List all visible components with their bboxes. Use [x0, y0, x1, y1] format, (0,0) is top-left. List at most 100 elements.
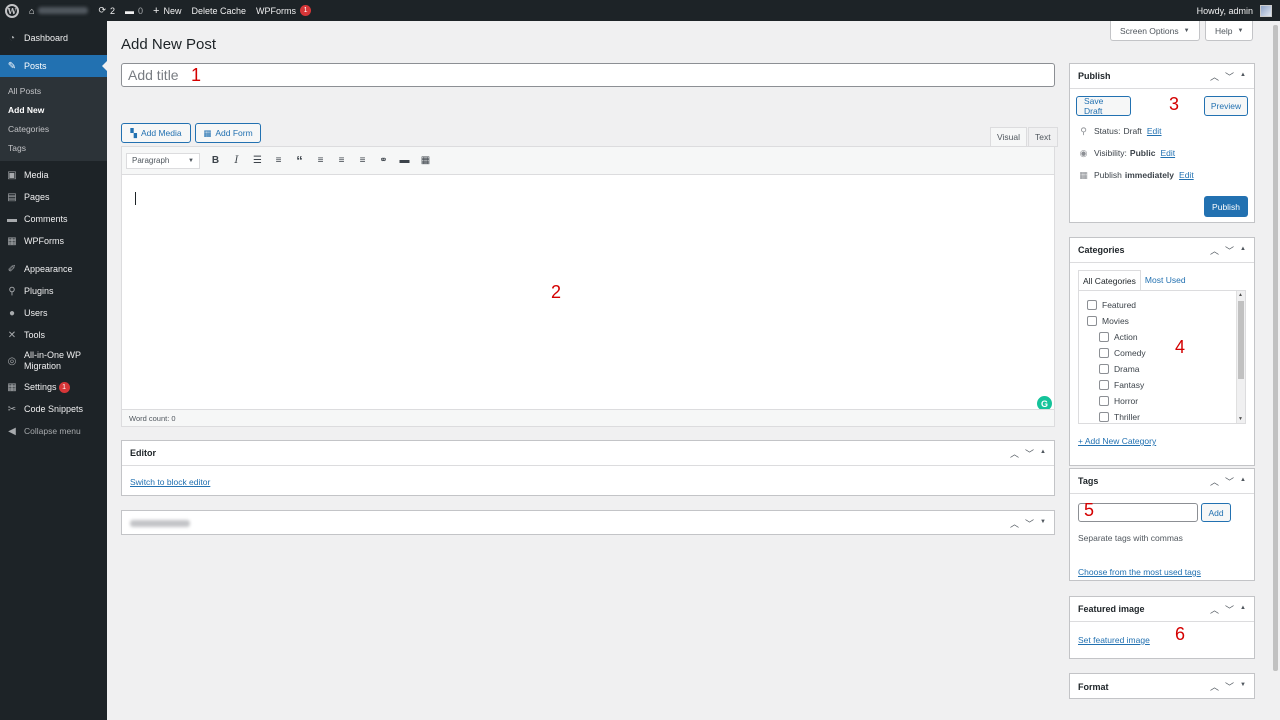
- help-button[interactable]: Help ▼: [1205, 21, 1254, 41]
- preview-button[interactable]: Preview: [1204, 96, 1248, 116]
- save-draft-button[interactable]: Save Draft: [1076, 96, 1131, 116]
- collapse-toggle-icon[interactable]: ▲: [1240, 246, 1246, 257]
- move-down-icon[interactable]: ﹀: [1025, 447, 1034, 460]
- category-checkbox[interactable]: [1087, 316, 1097, 326]
- new-content-menu[interactable]: + New: [148, 0, 186, 21]
- collapse-toggle-icon[interactable]: ▲: [1240, 605, 1246, 616]
- move-up-icon[interactable]: ︿: [1010, 517, 1019, 530]
- switch-to-block-editor-link[interactable]: Switch to block editor: [130, 477, 210, 487]
- screen-options-button[interactable]: Screen Options ▼: [1110, 21, 1200, 41]
- delete-cache-menu[interactable]: Delete Cache: [186, 0, 251, 21]
- align-center-button[interactable]: ≡: [332, 152, 351, 170]
- move-up-icon[interactable]: ︿: [1210, 70, 1219, 83]
- publish-button[interactable]: Publish: [1204, 196, 1248, 217]
- category-item[interactable]: Horror: [1079, 393, 1245, 409]
- sidebar-item-dashboard[interactable]: ◔ Dashboard: [0, 27, 107, 49]
- tab-visual[interactable]: Visual: [990, 127, 1027, 147]
- edit-visibility-link[interactable]: Edit: [1160, 148, 1175, 158]
- postbox-header[interactable]: ︿ ﹀ ▼: [122, 511, 1054, 536]
- add-media-button[interactable]: ▚ Add Media: [121, 123, 191, 143]
- sidebar-collapse-menu[interactable]: ◀ Collapse menu: [0, 420, 107, 442]
- postbox-header[interactable]: Format ︿ ﹀ ▼: [1070, 674, 1254, 699]
- category-checkbox[interactable]: [1087, 300, 1097, 310]
- comments-menu[interactable]: ▬ 0: [120, 0, 148, 21]
- category-checkbox[interactable]: [1099, 380, 1109, 390]
- choose-most-used-tags-link[interactable]: Choose from the most used tags: [1078, 567, 1201, 577]
- collapse-toggle-icon[interactable]: ▲: [1240, 477, 1246, 488]
- move-up-icon[interactable]: ︿: [1210, 244, 1219, 257]
- page-scrollbar-thumb[interactable]: [1273, 25, 1278, 671]
- align-right-button[interactable]: ≡: [353, 152, 372, 170]
- add-new-category-link[interactable]: + Add New Category: [1078, 436, 1156, 446]
- move-down-icon[interactable]: ﹀: [1025, 517, 1034, 530]
- category-item[interactable]: Drama: [1079, 361, 1245, 377]
- expand-toggle-icon[interactable]: ▼: [1040, 519, 1046, 530]
- move-down-icon[interactable]: ﹀: [1225, 603, 1234, 616]
- category-checkbox[interactable]: [1099, 348, 1109, 358]
- category-list-scrollbar[interactable]: ▲ ▼: [1236, 291, 1245, 423]
- move-down-icon[interactable]: ﹀: [1225, 244, 1234, 257]
- scrollbar-thumb[interactable]: [1238, 301, 1244, 379]
- sidebar-item-plugins[interactable]: ⚲ Plugins: [0, 280, 107, 302]
- submenu-all-posts[interactable]: All Posts: [0, 81, 107, 100]
- category-item[interactable]: Action: [1079, 329, 1245, 345]
- move-up-icon[interactable]: ︿: [1210, 603, 1219, 616]
- category-item[interactable]: Fantasy: [1079, 377, 1245, 393]
- expand-toggle-icon[interactable]: ▼: [1240, 682, 1246, 693]
- scroll-down-arrow-icon[interactable]: ▼: [1238, 416, 1243, 422]
- account-menu[interactable]: Howdy, admin: [1192, 0, 1280, 21]
- move-down-icon[interactable]: ﹀: [1225, 680, 1234, 693]
- move-down-icon[interactable]: ﹀: [1225, 70, 1234, 83]
- tab-all-categories[interactable]: All Categories: [1078, 270, 1141, 290]
- add-form-button[interactable]: ▦ Add Form: [195, 123, 261, 143]
- bold-button[interactable]: B: [206, 152, 225, 170]
- edit-status-link[interactable]: Edit: [1147, 126, 1162, 136]
- sidebar-item-pages[interactable]: ▤ Pages: [0, 186, 107, 208]
- format-select[interactable]: Paragraph ▼: [126, 152, 200, 169]
- read-more-button[interactable]: ▬: [395, 152, 414, 170]
- wpforms-menu[interactable]: WPForms 1: [251, 0, 316, 21]
- sidebar-item-posts[interactable]: ✎ Posts: [0, 55, 107, 77]
- bulleted-list-button[interactable]: ☰: [248, 152, 267, 170]
- category-checkbox[interactable]: [1099, 332, 1109, 342]
- tag-input[interactable]: [1078, 503, 1198, 522]
- sidebar-item-comments[interactable]: ▬ Comments: [0, 208, 107, 230]
- site-name-menu[interactable]: ⌂: [24, 0, 93, 21]
- italic-button[interactable]: I: [227, 152, 246, 170]
- page-scrollbar[interactable]: [1271, 21, 1280, 720]
- category-checkbox[interactable]: [1099, 412, 1109, 422]
- sidebar-item-users[interactable]: ● Users: [0, 302, 107, 324]
- move-up-icon[interactable]: ︿: [1210, 680, 1219, 693]
- tab-most-used[interactable]: Most Used: [1141, 270, 1190, 290]
- sidebar-item-appearance[interactable]: ✐ Appearance: [0, 258, 107, 280]
- submenu-tags[interactable]: Tags: [0, 138, 107, 157]
- collapse-toggle-icon[interactable]: ▲: [1040, 449, 1046, 460]
- sidebar-item-tools[interactable]: ✕ Tools: [0, 324, 107, 346]
- category-item[interactable]: Thriller: [1079, 409, 1245, 423]
- category-item[interactable]: Featured: [1079, 297, 1245, 313]
- toolbar-toggle-button[interactable]: ▦: [416, 152, 435, 170]
- move-up-icon[interactable]: ︿: [1010, 447, 1019, 460]
- submenu-categories[interactable]: Categories: [0, 119, 107, 138]
- edit-schedule-link[interactable]: Edit: [1179, 170, 1194, 180]
- sidebar-item-settings[interactable]: ▦ Settings 1: [0, 376, 107, 398]
- set-featured-image-link[interactable]: Set featured image: [1078, 635, 1150, 645]
- sidebar-item-code-snippets[interactable]: ✂ Code Snippets: [0, 398, 107, 420]
- blockquote-button[interactable]: “: [290, 152, 309, 170]
- sidebar-item-wpforms[interactable]: ▦ WPForms: [0, 230, 107, 252]
- move-down-icon[interactable]: ﹀: [1225, 475, 1234, 488]
- sidebar-item-all-in-one-wp-migration[interactable]: ◎ All-in-One WP Migration: [0, 346, 107, 376]
- align-left-button[interactable]: ≡: [311, 152, 330, 170]
- category-checkbox[interactable]: [1099, 396, 1109, 406]
- category-checkbox[interactable]: [1099, 364, 1109, 374]
- insert-link-button[interactable]: ⚭: [374, 152, 393, 170]
- submenu-add-new[interactable]: Add New: [0, 100, 107, 119]
- content-editor[interactable]: Paragraph ▼ B I ☰ ≡ “ ≡ ≡ ≡ ⚭ ▬ ▦ G: [121, 146, 1055, 426]
- updates-menu[interactable]: ⟳ 2: [93, 0, 120, 21]
- tab-text[interactable]: Text: [1028, 127, 1058, 147]
- category-item[interactable]: Comedy: [1079, 345, 1245, 361]
- scroll-up-arrow-icon[interactable]: ▲: [1238, 292, 1243, 298]
- post-title-input[interactable]: Add title: [121, 63, 1055, 87]
- category-item[interactable]: Movies: [1079, 313, 1245, 329]
- add-tag-button[interactable]: Add: [1201, 503, 1231, 522]
